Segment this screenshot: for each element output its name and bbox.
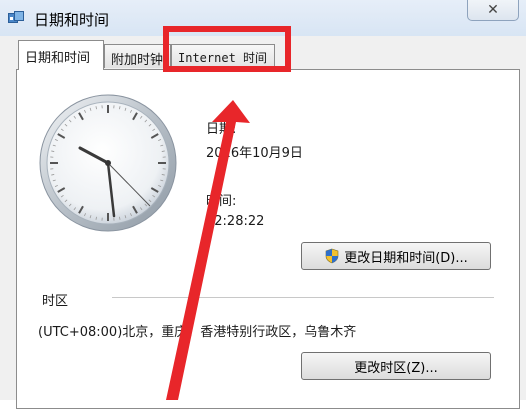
tab-date-time[interactable]: 日期和时间 — [18, 40, 104, 70]
change-timezone-button[interactable]: 更改时区(Z)... — [301, 352, 491, 380]
tab-additional-clocks[interactable]: 附加时钟 — [104, 44, 171, 68]
timezone-section-label: 时区 — [42, 290, 68, 309]
date-time-app-icon — [8, 11, 24, 25]
close-icon: ✕ — [487, 2, 499, 18]
timezone-value: (UTC+08:00)北京，重庆，香港特别行政区，乌鲁木齐 — [38, 321, 356, 340]
change-timezone-label: 更改时区(Z)... — [354, 357, 437, 376]
time-value: 22:28:22 — [206, 214, 264, 229]
timezone-divider — [112, 297, 494, 298]
tab-label: 日期和时间 — [25, 51, 90, 66]
change-date-time-label: 更改日期和时间(D)... — [344, 247, 468, 266]
uac-shield-icon — [324, 248, 340, 264]
annotation-highlight-box — [163, 26, 291, 72]
date-value: 2016年10月9日 — [206, 142, 303, 161]
analog-clock — [38, 93, 178, 233]
window-title: 日期和时间 — [34, 9, 109, 30]
date-label: 日期: — [206, 118, 236, 137]
tab-label: 附加时钟 — [111, 53, 163, 68]
close-button[interactable]: ✕ — [467, 0, 519, 21]
change-date-time-button[interactable]: 更改日期和时间(D)... — [301, 242, 491, 270]
time-label: 时间: — [206, 190, 236, 209]
